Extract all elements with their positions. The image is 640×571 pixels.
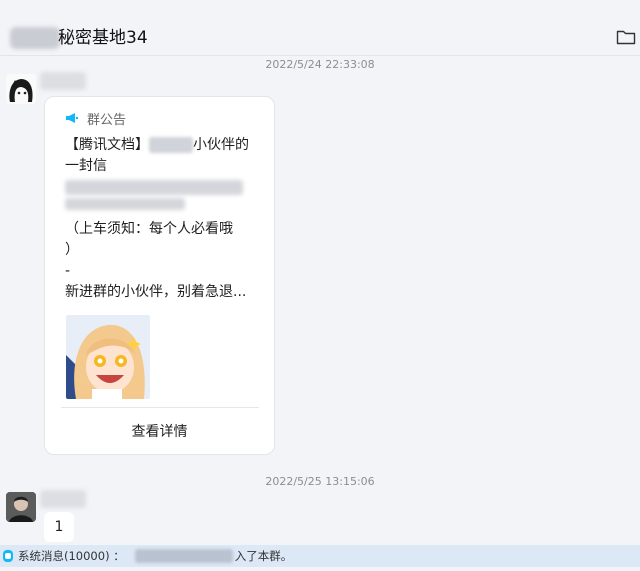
announcement-text: 【腾讯文档】 [65, 137, 149, 153]
announcement-line: - [65, 263, 71, 279]
announcement-image[interactable] [66, 315, 150, 399]
folder-icon[interactable] [616, 28, 636, 46]
announcement-line-redacted [65, 198, 263, 219]
announcement-line-redacted [65, 177, 263, 198]
info-icon [3, 550, 13, 562]
group-avatar-redacted [10, 27, 60, 49]
chat-title[interactable]: 秘密基地34 [58, 27, 148, 49]
system-message-text: 入了本群。 [234, 549, 293, 563]
message-timestamp: 2022/5/25 13:15:06 [265, 475, 375, 488]
announcement-line: ） [65, 242, 79, 258]
view-details-button[interactable]: 查看详情 [45, 421, 274, 441]
announcement-line: 一封信 [65, 158, 107, 174]
redacted-username [134, 549, 233, 563]
redacted-text [65, 180, 243, 195]
announcement-line: 【腾讯文档】 小伙伴的 [65, 135, 263, 156]
anime-girl-image [66, 315, 150, 399]
sender-avatar[interactable] [6, 492, 36, 522]
sender-avatar[interactable] [6, 74, 36, 104]
sender-name-redacted [40, 72, 86, 90]
system-message-bar: 系统消息(10000) ： 入了本群。 [0, 545, 640, 567]
announcement-line: 新进群的小伙伴，别着急退... [65, 284, 247, 300]
announcement-content: 【腾讯文档】 小伙伴的 一封信 （上车须知：每个人必看哦 ） - 新进群的小伙伴，… [65, 135, 263, 303]
megaphone-icon [66, 113, 78, 123]
sender-name-redacted [40, 490, 86, 508]
redacted-text [149, 137, 193, 153]
anime-avatar-image [6, 74, 36, 104]
message-bubble[interactable]: 1 [44, 512, 74, 542]
card-divider [61, 407, 259, 408]
chat-header: 秘密基地34 [0, 0, 640, 56]
announcement-text: 小伙伴的 [193, 137, 249, 153]
announcement-label: 群公告 [87, 112, 127, 128]
system-message-label: 系统消息(10000) ： [18, 549, 125, 563]
announcement-line: （上车须知：每个人必看哦 [65, 221, 233, 237]
profile-photo [6, 492, 36, 522]
message-timestamp: 2022/5/24 22:33:08 [265, 58, 375, 71]
redacted-text [65, 198, 185, 210]
announcement-header: 群公告 [65, 109, 127, 128]
group-announcement-card[interactable]: 群公告 【腾讯文档】 小伙伴的 一封信 （上车须知：每个人必看哦 ） - 新进群的… [44, 96, 275, 455]
